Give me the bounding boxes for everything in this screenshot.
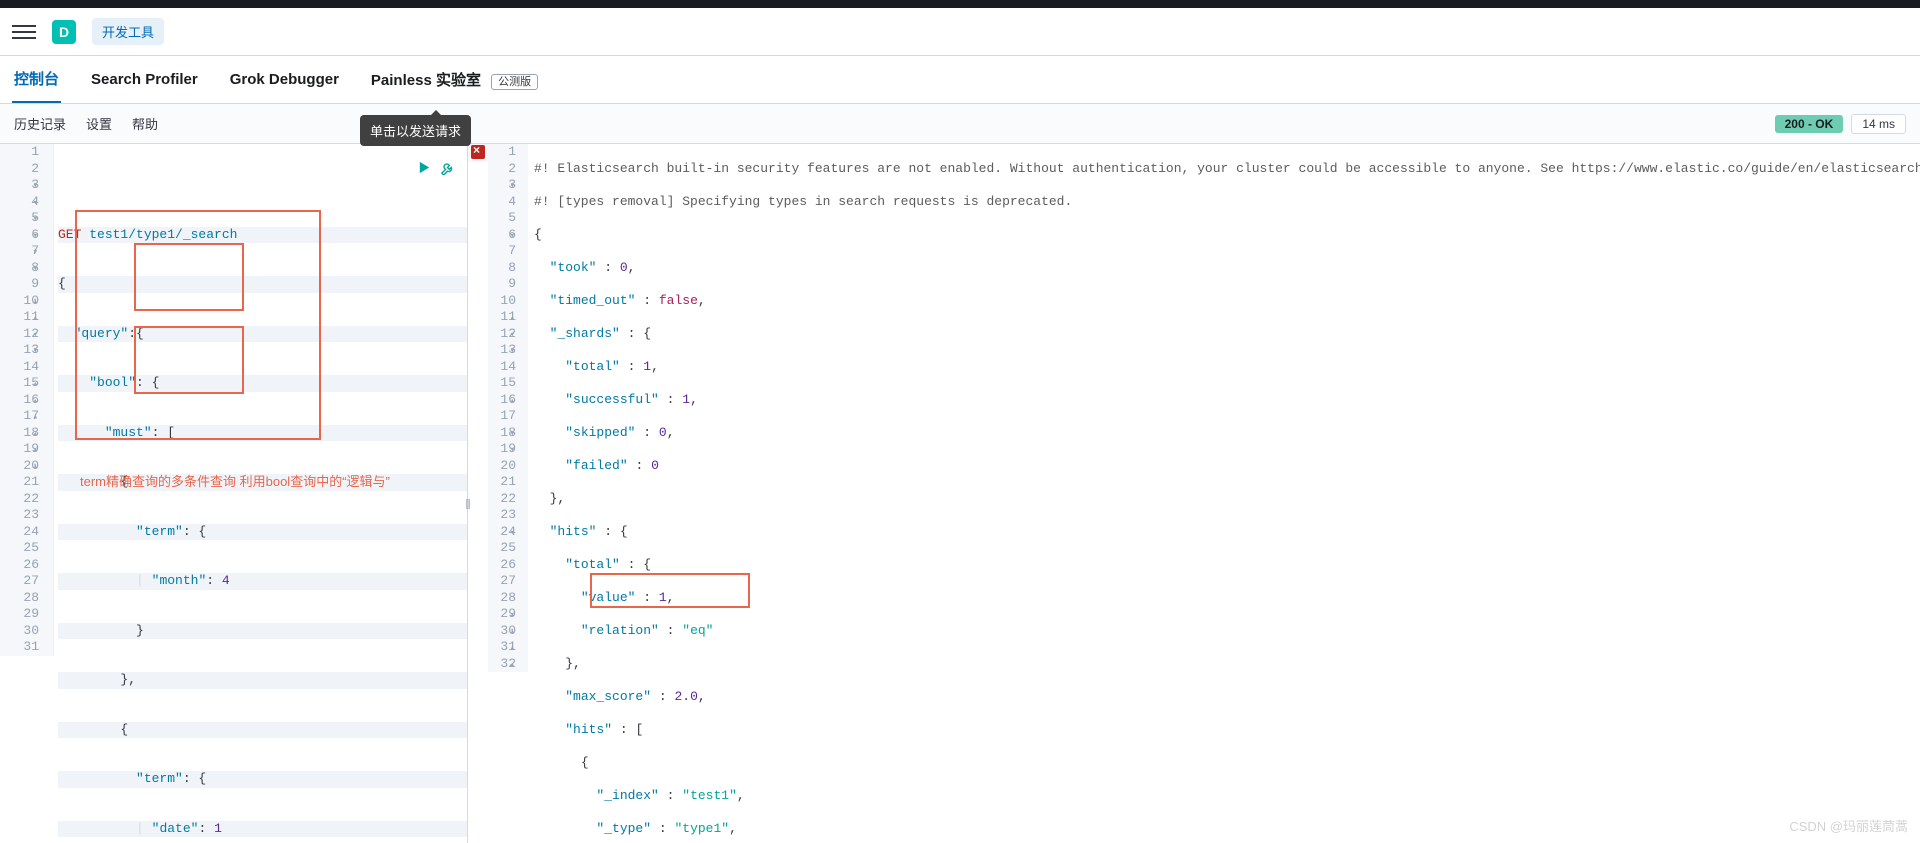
logo[interactable]: D: [52, 20, 76, 44]
tab-search-profiler[interactable]: Search Profiler: [89, 59, 200, 100]
request-path: test1/type1/_search: [89, 227, 237, 242]
beta-badge: 公测版: [491, 74, 538, 90]
tab-console[interactable]: 控制台: [12, 56, 61, 103]
http-method: GET: [58, 227, 81, 242]
menu-icon[interactable]: [12, 20, 36, 44]
tabs: 控制台 Search Profiler Grok Debugger Painle…: [0, 56, 1920, 104]
tab-grok-debugger[interactable]: Grok Debugger: [228, 59, 341, 100]
response-time: 14 ms: [1851, 114, 1906, 134]
annotation-text: term精确查询的多条件查询 利用bool查询中的“逻辑与”: [80, 474, 390, 491]
tab-painless[interactable]: Painless 实验室 公测版: [369, 57, 540, 102]
play-icon[interactable]: [417, 160, 432, 175]
request-editor[interactable]: 1 2 3▾ 4▾ 5▾ 6▾ 7▾ 8▾ 9 10▴ 11▴ 12▾ 13▾ …: [0, 144, 468, 843]
error-icon: [471, 145, 485, 159]
wrench-icon[interactable]: [440, 160, 455, 175]
help-link[interactable]: 帮助: [132, 114, 158, 133]
history-link[interactable]: 历史记录: [14, 114, 66, 133]
send-request-tooltip: 单击以发送请求: [360, 115, 471, 146]
watermark: CSDN @玛丽莲茼蒿: [1789, 816, 1908, 835]
dev-tools-button[interactable]: 开发工具: [92, 18, 164, 45]
response-viewer[interactable]: 12 3▾45 6▾78910 11▴ 12▾ 13▾1415 16▴17 18…: [468, 144, 1920, 843]
status-badge: 200 - OK: [1775, 115, 1844, 133]
tab-painless-label: Painless 实验室: [371, 72, 481, 89]
pane-resizer[interactable]: ‖: [464, 494, 472, 514]
top-bar: D 开发工具: [0, 8, 1920, 56]
settings-link[interactable]: 设置: [86, 114, 112, 133]
subnav: 历史记录 设置 帮助 200 - OK 14 ms: [0, 104, 1920, 144]
